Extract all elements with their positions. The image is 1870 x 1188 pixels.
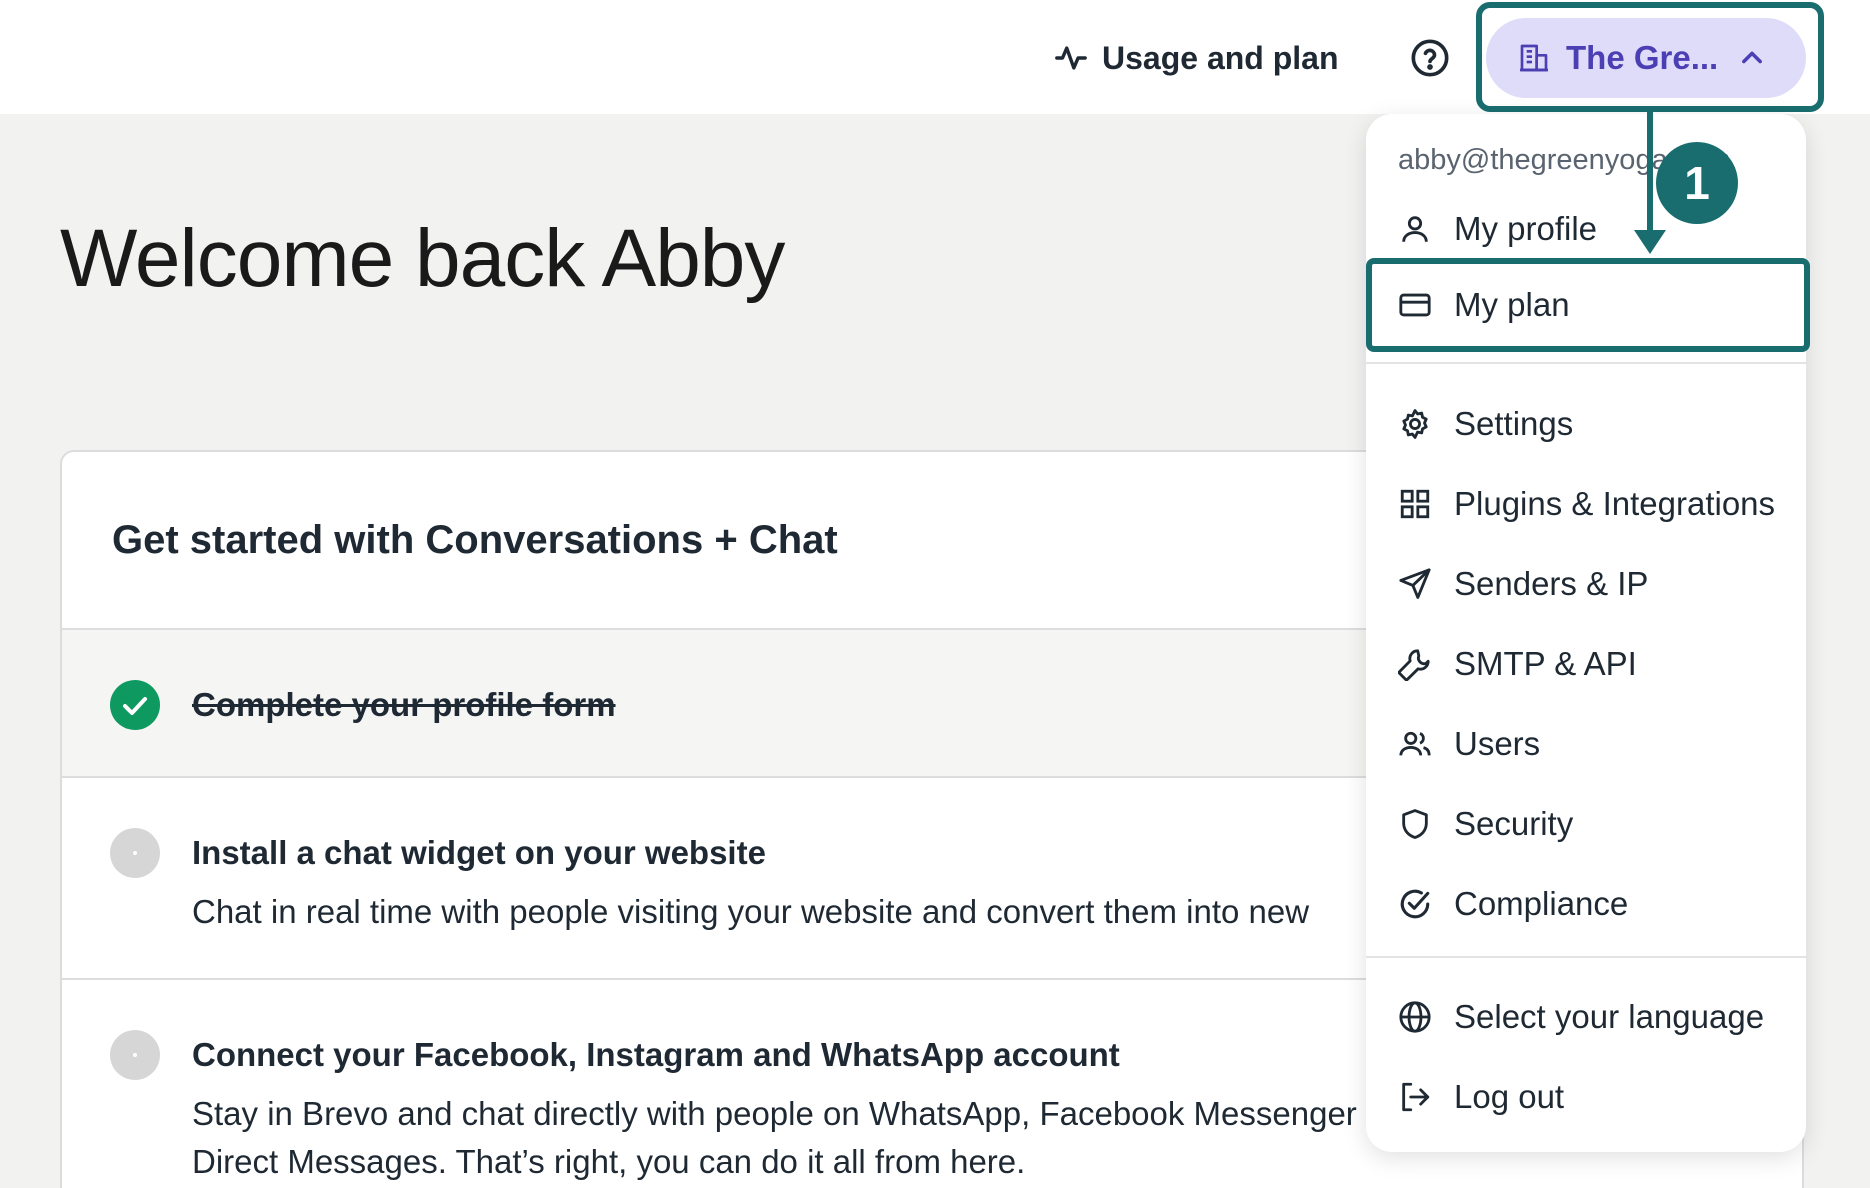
menu-item-smtp-api[interactable]: SMTP & API — [1398, 639, 1637, 689]
check-pending-icon — [110, 828, 160, 878]
menu-item-label: Senders & IP — [1454, 565, 1649, 602]
annotation-arrow-head — [1634, 230, 1666, 254]
grid-icon — [1400, 489, 1430, 519]
menu-item-plugins-integrations[interactable]: Plugins & Integrations — [1398, 479, 1775, 529]
task-description: Stay in Brevo and chat directly with peo… — [192, 1095, 1357, 1180]
menu-item-compliance[interactable]: Compliance — [1398, 879, 1628, 929]
menu-item-label: Compliance — [1454, 885, 1629, 922]
menu-item-label: Log out — [1454, 1078, 1565, 1115]
check-done-icon — [110, 680, 160, 730]
task-title: Connect your Facebook, Instagram and Wha… — [192, 1036, 1120, 1073]
logout-icon — [1402, 1082, 1430, 1112]
menu-item-label: SMTP & API — [1454, 645, 1637, 682]
usage-and-plan-button[interactable]: Usage and plan — [1054, 34, 1339, 82]
menu-item-label: Select your language — [1454, 998, 1765, 1035]
activity-icon — [1055, 46, 1087, 70]
help-icon[interactable] — [1410, 38, 1450, 78]
step-badge: 1 — [1656, 142, 1738, 224]
menu-item-my-profile[interactable]: My profile — [1398, 204, 1597, 254]
menu-item-label: Users — [1454, 725, 1541, 762]
menu-item-security[interactable]: Security — [1398, 799, 1573, 849]
user-icon — [1402, 216, 1428, 242]
menu-item-select-language[interactable]: Select your language — [1398, 992, 1764, 1042]
menu-divider — [1366, 956, 1806, 958]
shield-icon — [1402, 809, 1428, 839]
task-title: Complete your profile form — [192, 686, 616, 723]
check-circle-icon — [1400, 889, 1430, 919]
menu-item-label: Security — [1454, 805, 1574, 842]
menu-item-label: Settings — [1454, 405, 1574, 442]
annotation-arrow-line — [1647, 112, 1653, 236]
menu-item-my-plan[interactable]: My plan — [1398, 280, 1570, 330]
users-icon — [1399, 731, 1431, 756]
globe-icon — [1399, 1001, 1431, 1033]
menu-item-label: My plan — [1454, 286, 1570, 323]
menu-item-label: Plugins & Integrations — [1454, 485, 1776, 522]
gear-icon — [1402, 409, 1428, 439]
task-title: Install a chat widget on your website — [192, 834, 766, 871]
menu-item-senders-ip[interactable]: Senders & IP — [1398, 559, 1648, 609]
page-title: Welcome back Abby — [60, 213, 785, 304]
menu-item-settings[interactable]: Settings — [1398, 399, 1573, 449]
wrench-icon — [1398, 649, 1430, 681]
usage-and-plan-label: Usage and plan — [1102, 39, 1339, 76]
card-title: Get started with Conversations + Chat — [112, 518, 838, 562]
check-pending-icon — [110, 1030, 160, 1080]
menu-item-log-out[interactable]: Log out — [1398, 1072, 1564, 1122]
highlight-box-my-plan: My plan — [1366, 258, 1810, 352]
menu-item-users[interactable]: Users — [1398, 719, 1540, 769]
send-icon — [1399, 568, 1431, 599]
menu-item-label: My profile — [1454, 210, 1598, 247]
credit-card-icon — [1399, 293, 1431, 317]
highlight-box-account — [1476, 2, 1824, 112]
menu-divider — [1366, 362, 1806, 364]
